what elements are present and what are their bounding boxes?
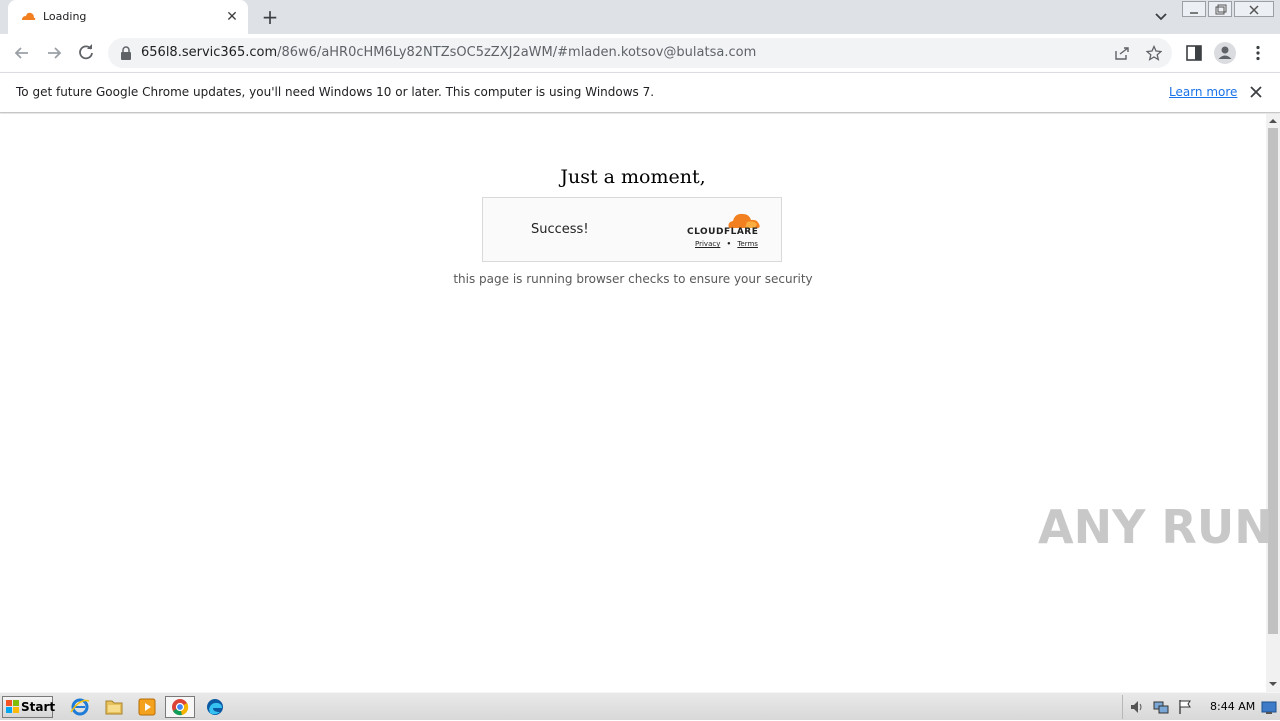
tab-title: Loading xyxy=(43,10,87,23)
scroll-down-icon[interactable] xyxy=(1269,680,1277,688)
clock: 8:44 AM xyxy=(1210,700,1256,713)
restore-button[interactable] xyxy=(1208,1,1232,17)
url-path: /86w6/aHR0cHM6Ly82NTZsOC5zZXJ2aWM/#mlade… xyxy=(277,45,757,60)
infobar-message: To get future Google Chrome updates, you… xyxy=(16,85,655,99)
show-desktop-icon[interactable] xyxy=(1261,701,1277,715)
minimize-button[interactable] xyxy=(1182,1,1206,17)
share-icon[interactable] xyxy=(1114,45,1130,61)
infobar-close-icon[interactable] xyxy=(1248,84,1264,100)
side-panel-icon[interactable] xyxy=(1185,44,1203,62)
tab-strip: Loading ✕ + xyxy=(0,0,1280,34)
url-host: 656l8.servic365.com xyxy=(141,45,278,60)
scroll-up-icon[interactable] xyxy=(1269,117,1277,125)
network-icon[interactable] xyxy=(1153,699,1169,715)
minimize-icon xyxy=(1190,12,1198,14)
update-infobar: To get future Google Chrome updates, you… xyxy=(0,72,1280,113)
system-tray: 8:44 AM xyxy=(1122,695,1280,719)
terms-link[interactable]: Terms xyxy=(737,240,758,248)
close-icon xyxy=(1249,5,1259,15)
tab-search-icon[interactable] xyxy=(1151,9,1171,25)
browser-toolbar: 656l8.servic365.com/86w6/aHR0cHM6Ly82NTZ… xyxy=(0,34,1280,72)
restore-icon xyxy=(1215,4,1227,15)
internet-explorer-icon[interactable] xyxy=(66,696,94,718)
cloudflare-icon xyxy=(22,12,36,20)
link-separator: • xyxy=(726,240,732,248)
volume-icon[interactable] xyxy=(1129,699,1145,715)
privacy-link[interactable]: Privacy xyxy=(695,240,720,248)
learn-more-link[interactable]: Learn more xyxy=(1169,85,1237,99)
start-label: Start xyxy=(21,700,56,714)
edge-icon[interactable] xyxy=(201,696,229,718)
tab-loading[interactable]: Loading ✕ xyxy=(8,0,248,34)
windows-logo-icon xyxy=(6,700,19,713)
profile-avatar-icon[interactable] xyxy=(1214,42,1236,64)
new-tab-button[interactable]: + xyxy=(259,7,281,29)
page-heading: Just a moment, xyxy=(560,166,706,188)
tab-close-icon[interactable]: ✕ xyxy=(223,8,241,26)
address-bar[interactable]: 656l8.servic365.com/86w6/aHR0cHM6Ly82NTZ… xyxy=(108,38,1172,68)
anyrun-watermark: ANY RUN xyxy=(1038,500,1273,554)
window-controls xyxy=(1182,0,1278,18)
menu-kebab-icon[interactable] xyxy=(1249,44,1267,62)
url-text[interactable]: 656l8.servic365.com/86w6/aHR0cHM6Ly82NTZ… xyxy=(141,45,756,60)
chrome-taskbar-button[interactable] xyxy=(165,696,195,718)
forward-icon[interactable] xyxy=(41,40,67,66)
cloudflare-links: Privacy • Terms xyxy=(695,240,758,248)
lock-icon[interactable] xyxy=(120,46,132,60)
media-player-icon[interactable] xyxy=(133,696,161,718)
page-viewport: Just a moment, Success! CLOUDFLARE Priva… xyxy=(0,114,1266,692)
reload-icon[interactable] xyxy=(73,40,99,66)
action-center-flag-icon[interactable] xyxy=(1177,699,1193,715)
cloudflare-wordmark: CLOUDFLARE xyxy=(687,227,759,237)
file-explorer-icon[interactable] xyxy=(100,696,128,718)
page-subtext: this page is running browser checks to e… xyxy=(453,272,813,286)
back-icon[interactable] xyxy=(9,40,35,66)
start-button[interactable]: Start xyxy=(2,696,56,718)
scroll-thumb[interactable] xyxy=(1268,128,1278,634)
windows-taskbar: Start 8:44 AM xyxy=(0,692,1280,720)
challenge-status: Success! xyxy=(531,222,589,237)
vertical-scrollbar[interactable] xyxy=(1266,114,1280,692)
close-window-button[interactable] xyxy=(1234,1,1274,17)
bookmark-star-icon[interactable] xyxy=(1146,45,1162,61)
chrome-icon xyxy=(172,699,189,716)
cloudflare-challenge-widget: Success! CLOUDFLARE Privacy • Terms xyxy=(482,197,782,262)
